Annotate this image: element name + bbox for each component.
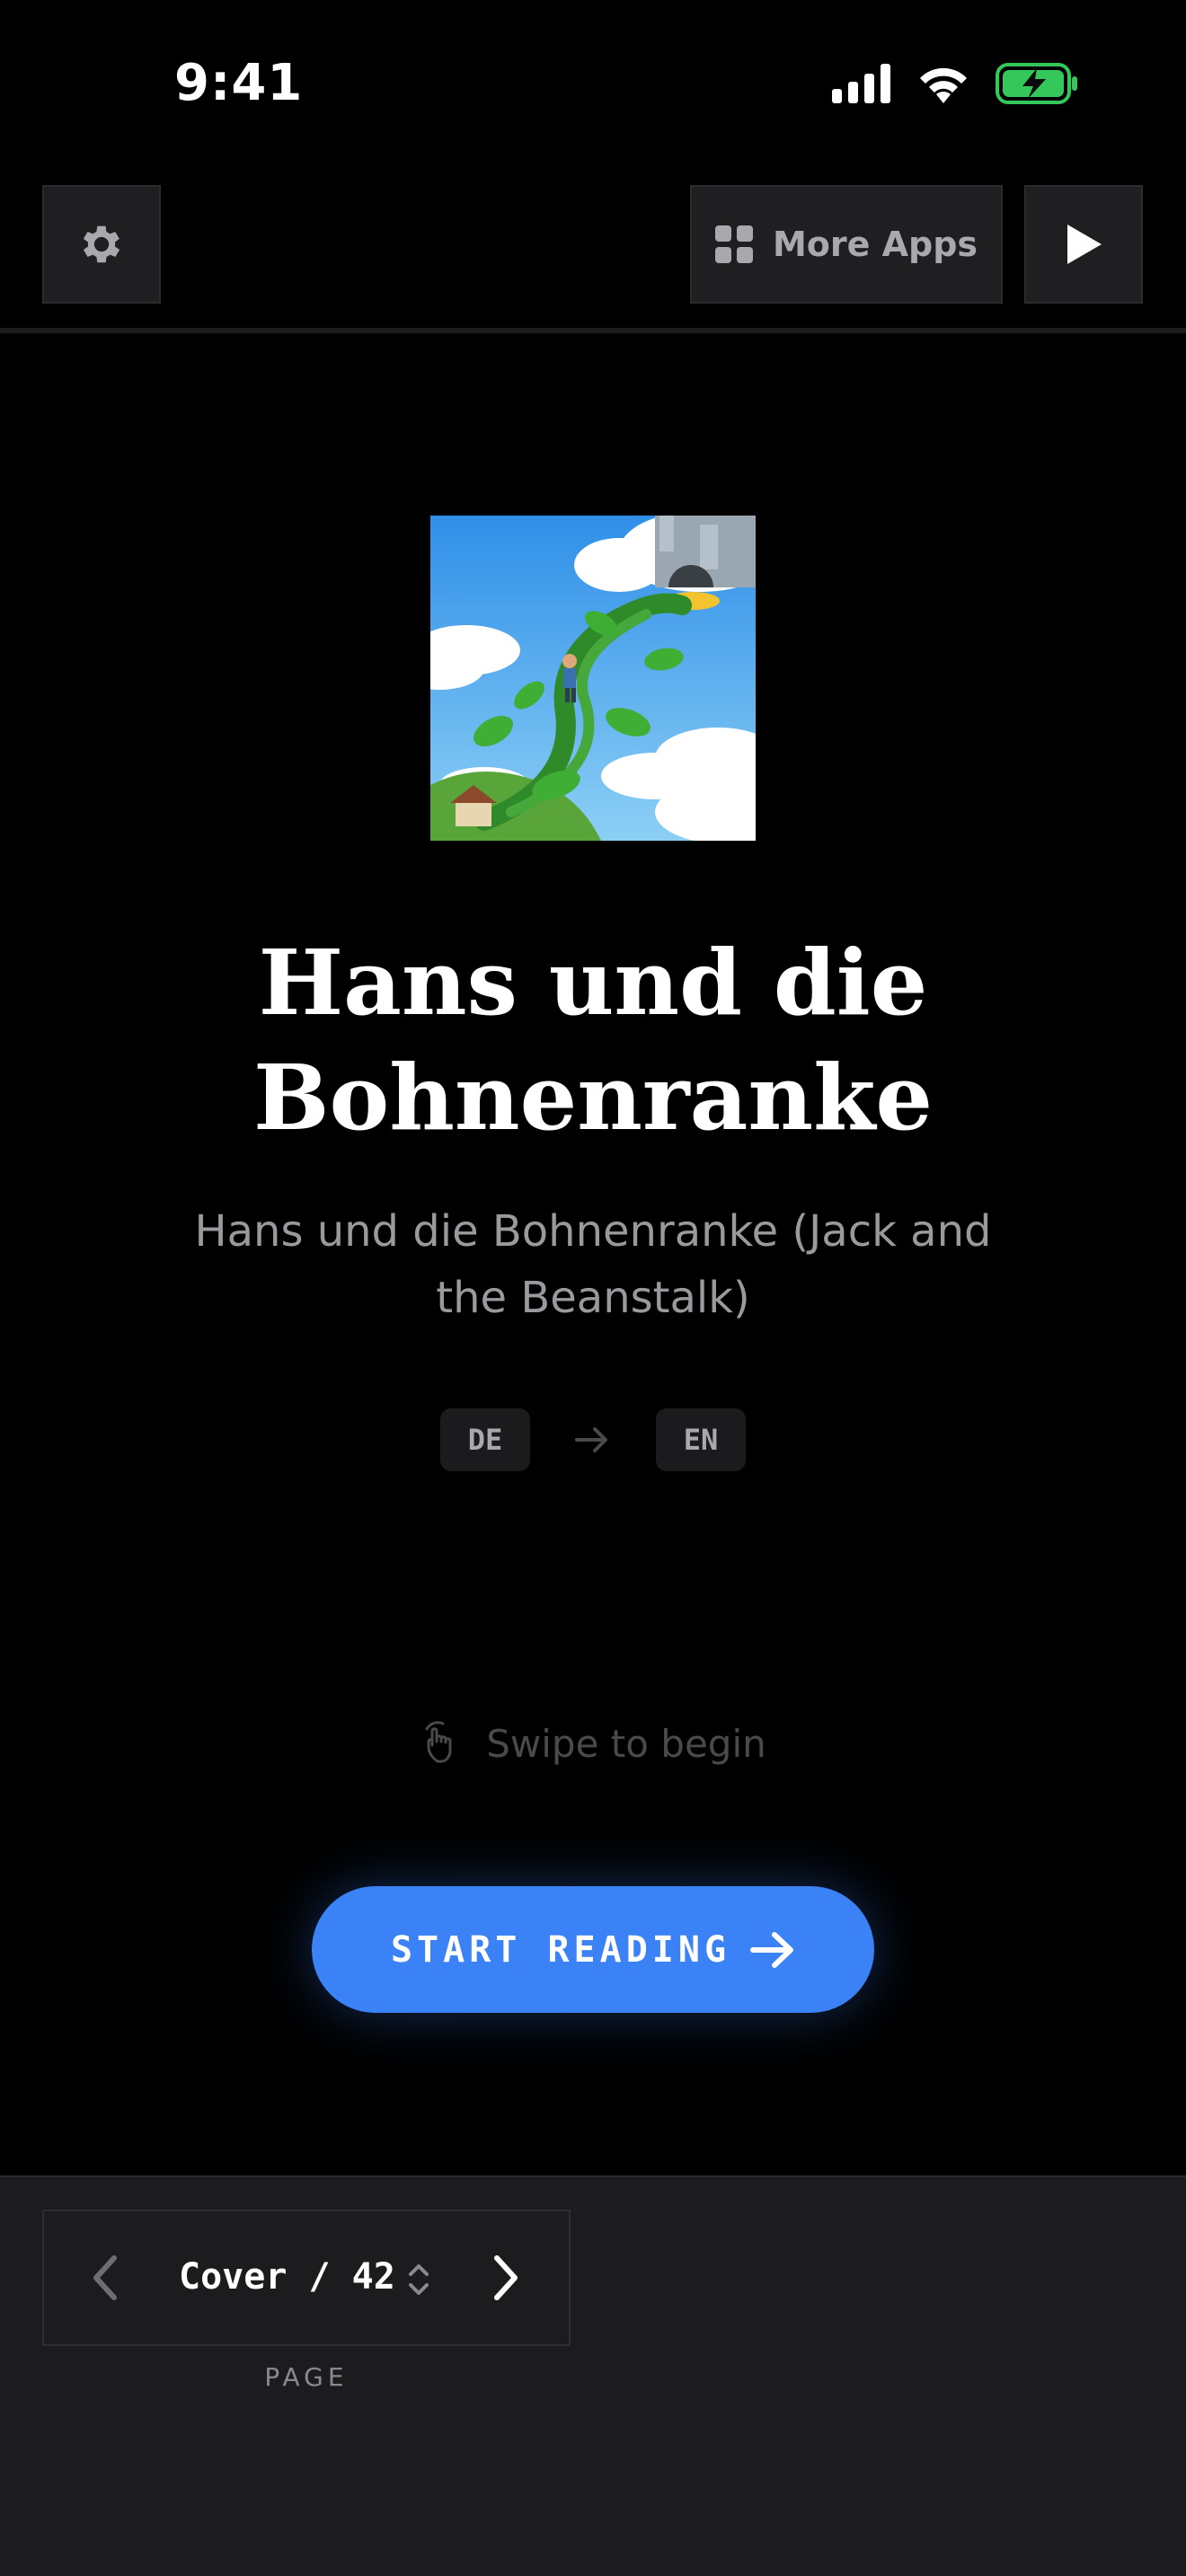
more-apps-button[interactable]: More Apps xyxy=(690,185,1003,304)
toolbar-divider xyxy=(0,328,1186,333)
start-reading-button[interactable]: START READING xyxy=(312,1886,874,2013)
play-icon xyxy=(1067,225,1102,264)
chevron-updown-icon[interactable] xyxy=(405,2260,432,2299)
more-apps-label: More Apps xyxy=(772,225,978,264)
book-title: Hans und die Bohnenranke xyxy=(252,930,934,1151)
settings-button[interactable] xyxy=(42,185,161,304)
swipe-hint: Swipe to begin xyxy=(0,1712,1186,1775)
status-time: 9:41 xyxy=(174,54,304,112)
wifi-icon xyxy=(920,67,967,103)
book-subtitle: Hans und die Bohnenranke (Jack and the B… xyxy=(194,1206,992,1323)
start-reading-label: START READING xyxy=(390,1928,731,1971)
status-icons xyxy=(832,63,1078,104)
bottom-bar: Cover / 42 PAGE xyxy=(0,2175,1186,2576)
status-bar: 9:41 xyxy=(0,0,1186,171)
chevron-right-icon[interactable] xyxy=(488,2253,524,2303)
arrow-right-icon xyxy=(750,1931,794,1968)
play-button[interactable] xyxy=(1024,185,1143,304)
page-caption: PAGE xyxy=(264,2362,349,2392)
language-pair: DE EN xyxy=(0,1408,1186,1471)
top-toolbar: More Apps xyxy=(0,185,1186,311)
swipe-label: Swipe to begin xyxy=(486,1721,766,1766)
grid-icon xyxy=(714,225,753,263)
gear-icon xyxy=(83,225,120,263)
arrow-right-icon xyxy=(575,1427,607,1452)
page-navigator: Cover / 42 xyxy=(42,2210,571,2346)
target-language-chip: EN xyxy=(656,1408,746,1471)
book-cover-image xyxy=(430,516,756,841)
chevron-left-icon[interactable] xyxy=(87,2253,123,2303)
battery-charging-icon xyxy=(996,63,1077,104)
hand-swipe-icon xyxy=(425,1721,452,1763)
source-language-chip: DE xyxy=(440,1408,530,1471)
page-indicator[interactable]: Cover / 42 xyxy=(179,2256,395,2298)
cellular-signal-icon xyxy=(832,64,890,103)
